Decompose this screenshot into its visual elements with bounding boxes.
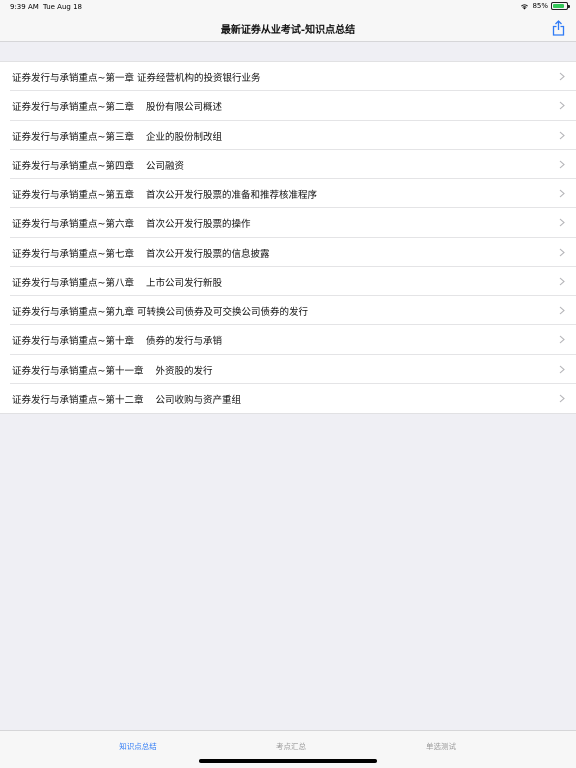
navigation-bar: 最新证券从业考试-知识点总结: [0, 14, 576, 42]
list-item-label: 证券发行与承销重点~第二章 股份有限公司概述: [12, 102, 223, 114]
chevron-right-icon: [559, 335, 565, 344]
list-item[interactable]: 证券发行与承销重点~第十二章 公司收购与资产重组: [0, 383, 576, 413]
chevron-right-icon: [559, 365, 565, 373]
list-item[interactable]: 证券发行与承销重点~第二章 股份有限公司概述: [0, 91, 576, 121]
wifi-icon: [521, 3, 529, 9]
status-indicators: 85%: [520, 2, 570, 10]
chevron-right-icon: [559, 277, 565, 286]
list-item-label: 证券发行与承销重点~第八章 上市公司发行新股: [12, 277, 223, 289]
share-button[interactable]: [550, 19, 566, 37]
status-bar: 9:39 AM Tue Aug 18 85%: [0, 0, 576, 14]
page-title: 最新证券从业考试-知识点总结: [220, 25, 356, 36]
battery-icon: [551, 2, 570, 10]
chevron-right-icon: [559, 248, 565, 256]
chapter-list: 证券发行与承销重点~第一章 证券经营机构的投资银行业务 证券发行与承销重点~第二章…: [0, 61, 576, 414]
chevron-right-icon: [559, 160, 565, 169]
list-item[interactable]: 证券发行与承销重点~第四章 公司融资: [0, 149, 576, 179]
chevron-right-icon: [559, 394, 565, 403]
list-item[interactable]: 证券发行与承销重点~第三章 企业的股份制改组: [0, 120, 576, 150]
status-date: Tue Aug 18: [43, 3, 82, 11]
chevron-right-icon: [559, 306, 565, 315]
share-icon: [552, 20, 564, 36]
list-item[interactable]: 证券发行与承销重点~第九章 可转换公司债券及可交换公司债券的发行: [0, 296, 576, 326]
list-item-label: 证券发行与承销重点~第六章 首次公开发行股票的操作: [12, 219, 251, 231]
battery-percent: 85%: [532, 2, 548, 10]
chevron-right-icon: [559, 72, 565, 81]
list-item[interactable]: 证券发行与承销重点~第十章 债券的发行与承销: [0, 325, 576, 355]
list-item-label: 证券发行与承销重点~第一章 证券经营机构的投资银行业务: [12, 73, 261, 84]
list-item[interactable]: 证券发行与承销重点~第一章 证券经营机构的投资银行业务: [0, 62, 576, 92]
chevron-right-icon: [559, 101, 565, 110]
list-item-label: 证券发行与承销重点~第九章 可转换公司债券及可交换公司债券的发行: [12, 307, 308, 318]
list-item[interactable]: 证券发行与承销重点~第五章 首次公开发行股票的准备和推荐核准程序: [0, 179, 576, 209]
list-item-label: 证券发行与承销重点~第十二章 公司收购与资产重组: [12, 394, 242, 406]
list-item-label: 证券发行与承销重点~第七章 首次公开发行股票的信息披露: [12, 248, 270, 260]
list-item[interactable]: 证券发行与承销重点~第八章 上市公司发行新股: [0, 266, 576, 296]
list-item-label: 证券发行与承销重点~第十一章 外资股的发行: [12, 365, 213, 377]
tab-knowledge-summary[interactable]: 知识点总结: [119, 741, 157, 752]
chevron-right-icon: [559, 218, 565, 227]
tab-single-choice-test[interactable]: 单选测试: [426, 741, 456, 752]
home-indicator[interactable]: [199, 759, 377, 763]
tab-exam-points[interactable]: 考点汇总: [276, 741, 306, 752]
status-time: 9:39 AM: [10, 3, 39, 11]
list-item-label: 证券发行与承销重点~第五章 首次公开发行股票的准备和推荐核准程序: [12, 190, 318, 201]
chevron-right-icon: [559, 131, 565, 139]
chevron-right-icon: [559, 189, 565, 198]
list-item-label: 证券发行与承销重点~第四章 公司融资: [12, 160, 185, 172]
list-item-label: 证券发行与承销重点~第三章 企业的股份制改组: [12, 131, 223, 143]
list-item-label: 证券发行与承销重点~第十章 债券的发行与承销: [12, 336, 223, 348]
list-item[interactable]: 证券发行与承销重点~第十一章 外资股的发行: [0, 354, 576, 384]
tab-bar: 知识点总结 考点汇总 单选测试: [0, 730, 576, 768]
list-item[interactable]: 证券发行与承销重点~第七章 首次公开发行股票的信息披露: [0, 237, 576, 267]
list-item[interactable]: 证券发行与承销重点~第六章 首次公开发行股票的操作: [0, 208, 576, 238]
